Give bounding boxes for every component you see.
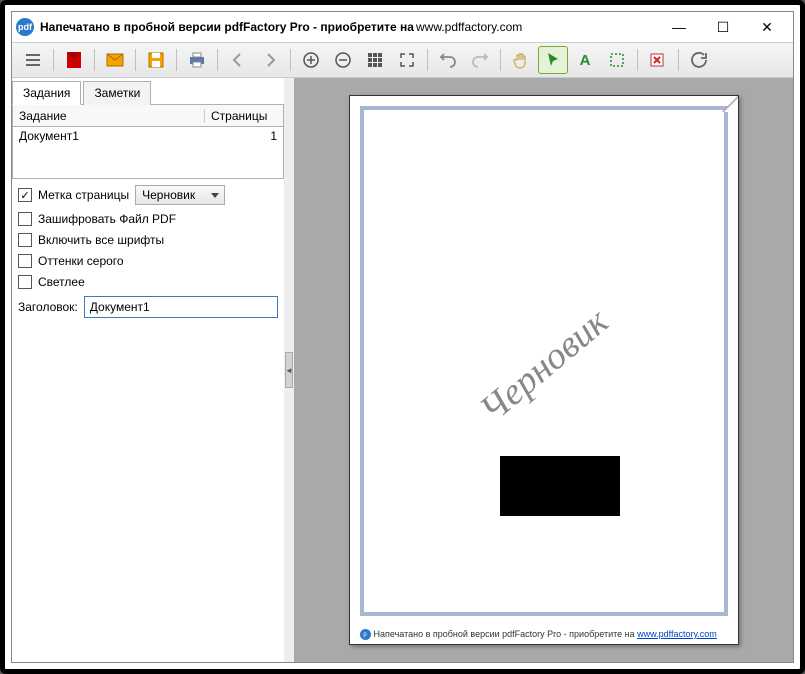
- email-button[interactable]: [100, 46, 130, 74]
- fullscreen-button[interactable]: [392, 46, 422, 74]
- page-footer: pНапечатано в пробной версии pdfFactory …: [360, 629, 728, 640]
- redo-button[interactable]: [465, 46, 495, 74]
- col-pages: Страницы: [205, 109, 283, 123]
- zoom-in-button[interactable]: [296, 46, 326, 74]
- page-fold-icon: [722, 96, 738, 112]
- page-mark-checkbox[interactable]: ✓: [18, 188, 32, 202]
- lighter-label: Светлее: [38, 275, 85, 289]
- text-tool-button[interactable]: A: [570, 46, 600, 74]
- svg-text:A: A: [580, 52, 591, 69]
- encrypt-label: Зашифровать Файл PDF: [38, 212, 176, 226]
- refresh-button[interactable]: [684, 46, 714, 74]
- crop-tool-button[interactable]: [602, 46, 632, 74]
- pdf-button[interactable]: [59, 46, 89, 74]
- thumbnails-button[interactable]: [360, 46, 390, 74]
- sidebar-tabs: Задания Заметки: [12, 80, 284, 105]
- page-preview: Черновик pНапечатано в пробной версии pd…: [349, 95, 739, 645]
- app-icon: pdf: [16, 18, 34, 36]
- window-title-url: www.pdffactory.com: [416, 20, 522, 34]
- tasks-grid-header: Задание Страницы: [12, 105, 284, 127]
- delete-button[interactable]: [643, 46, 673, 74]
- titlebar: pdf Напечатано в пробной версии pdfFacto…: [12, 12, 793, 42]
- pointer-tool-button[interactable]: [538, 46, 568, 74]
- include-fonts-label: Включить все шрифты: [38, 233, 164, 247]
- app-window: pdf Напечатано в пробной версии pdfFacto…: [11, 11, 794, 663]
- splitter[interactable]: [284, 78, 294, 662]
- menu-button[interactable]: [18, 46, 48, 74]
- undo-button[interactable]: [433, 46, 463, 74]
- include-fonts-checkbox[interactable]: [18, 233, 32, 247]
- close-button[interactable]: ✕: [745, 13, 789, 41]
- grayscale-label: Оттенки серого: [38, 254, 124, 268]
- hand-tool-button[interactable]: [506, 46, 536, 74]
- footer-link[interactable]: www.pdffactory.com: [637, 629, 717, 639]
- encrypt-checkbox[interactable]: [18, 212, 32, 226]
- minimize-button[interactable]: —: [657, 13, 701, 41]
- toolbar: A: [12, 42, 793, 78]
- tab-tasks[interactable]: Задания: [12, 81, 81, 105]
- tab-notes[interactable]: Заметки: [83, 81, 151, 105]
- title-input[interactable]: [84, 296, 278, 318]
- page-mark-label: Метка страницы: [38, 188, 129, 202]
- save-button[interactable]: [141, 46, 171, 74]
- window-title: Напечатано в пробной версии pdfFactory P…: [40, 20, 414, 34]
- row-task-pages: 1: [205, 129, 283, 143]
- redacted-block: [500, 456, 620, 516]
- back-button[interactable]: [223, 46, 253, 74]
- row-task-name: Документ1: [13, 129, 205, 143]
- lighter-checkbox[interactable]: [18, 275, 32, 289]
- page-mark-dropdown[interactable]: Черновик: [135, 185, 225, 205]
- title-label: Заголовок:: [18, 300, 78, 314]
- preview-area[interactable]: Черновик pНапечатано в пробной версии pd…: [294, 78, 793, 662]
- col-task: Задание: [13, 109, 205, 123]
- tasks-grid-row[interactable]: Документ1 1: [12, 127, 284, 179]
- print-button[interactable]: [182, 46, 212, 74]
- maximize-button[interactable]: ☐: [701, 13, 745, 41]
- zoom-out-button[interactable]: [328, 46, 358, 74]
- sidebar: Задания Заметки Задание Страницы Докумен…: [12, 78, 284, 662]
- forward-button[interactable]: [255, 46, 285, 74]
- grayscale-checkbox[interactable]: [18, 254, 32, 268]
